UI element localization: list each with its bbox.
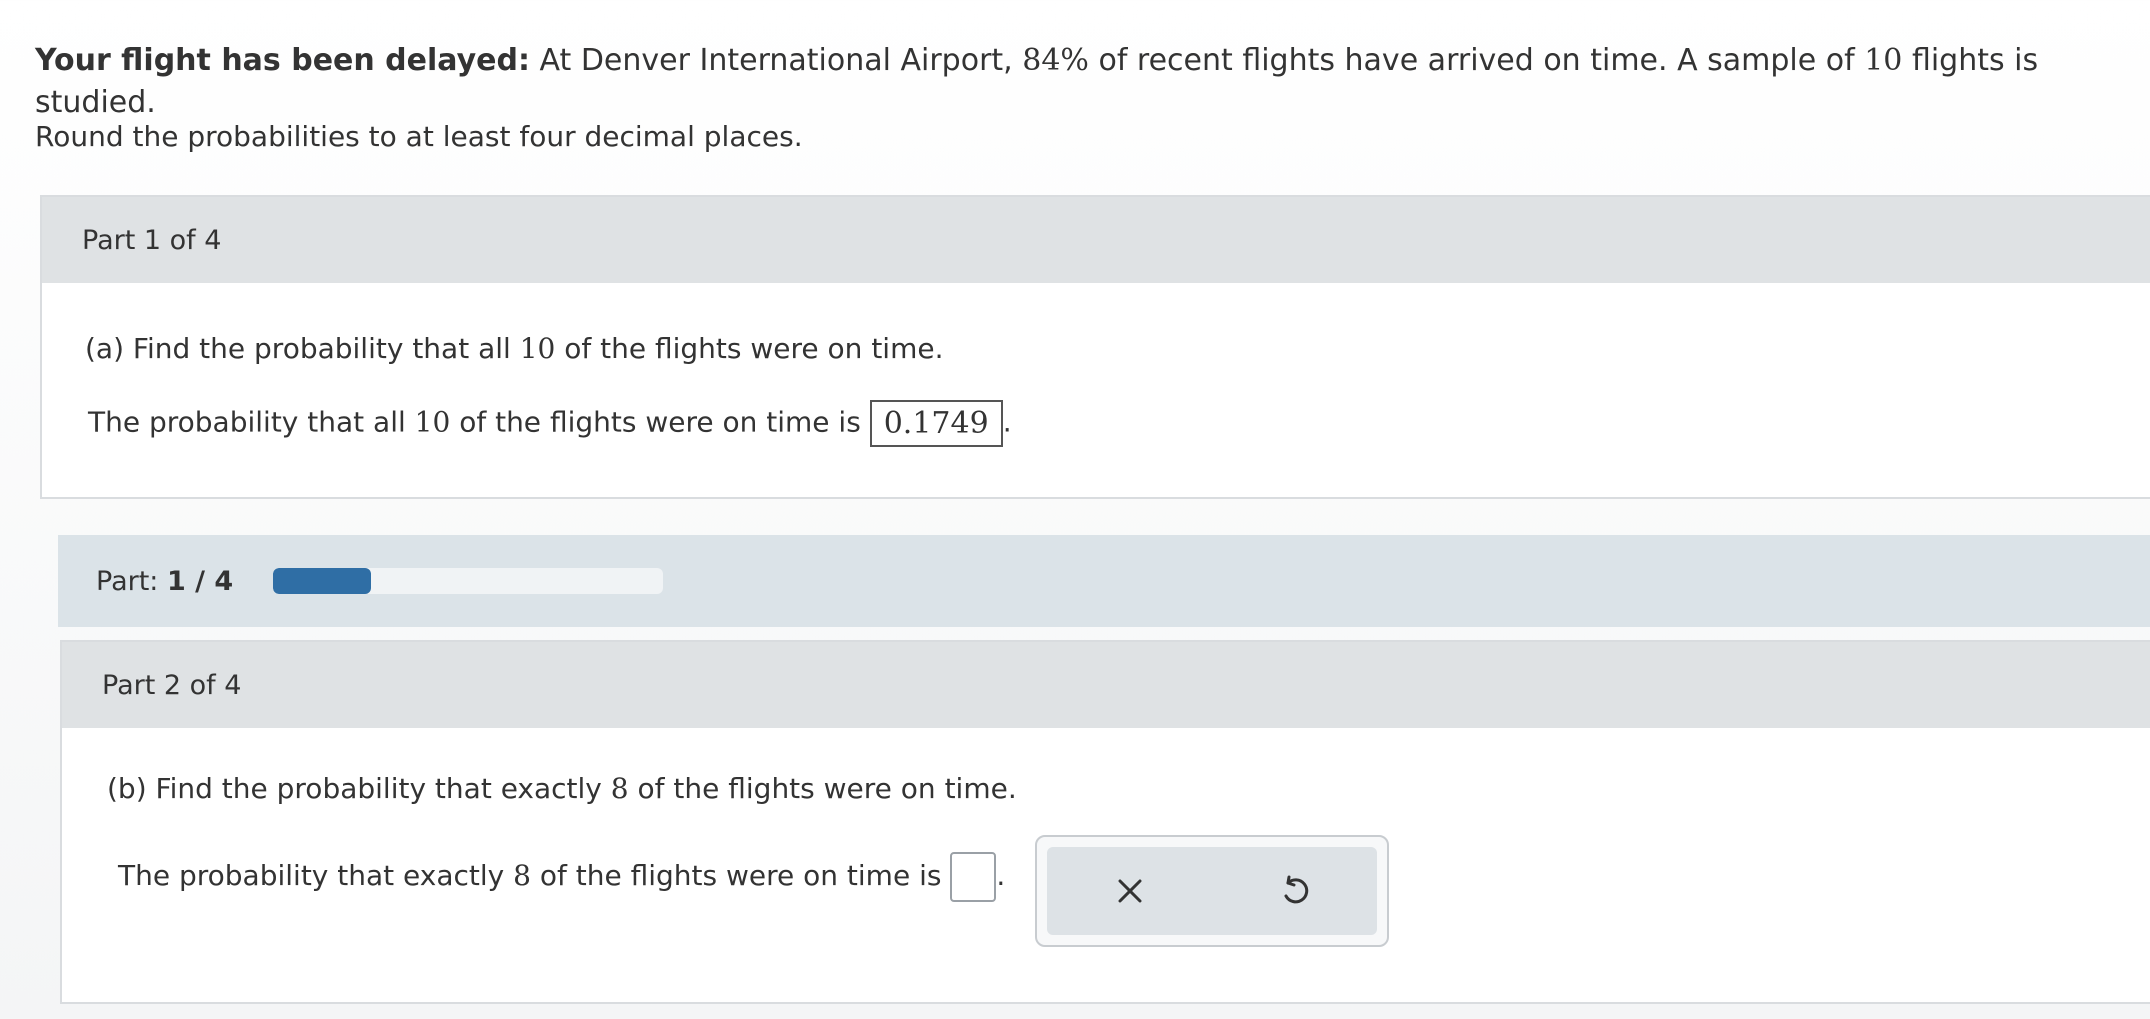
part-2-question: (b) Find the probability that exactly 8 … bbox=[107, 772, 1017, 805]
part-1-question-num: 10 bbox=[519, 332, 556, 365]
progress-label: Part: 1 / 4 bbox=[96, 566, 233, 597]
part-1-period: . bbox=[1002, 405, 1012, 439]
part-1-answer-value: 0.1749 bbox=[869, 400, 1003, 447]
x-icon bbox=[1118, 879, 1141, 903]
part-2-header: Part 2 of 4 bbox=[62, 642, 2150, 728]
part-2-period: . bbox=[996, 859, 1006, 892]
problem-percent: 84% bbox=[1022, 43, 1089, 78]
problem-statement: Your flight has been delayed: At Denver … bbox=[35, 40, 2095, 124]
part-2-answer-line: The probability that exactly 8 of the fl… bbox=[118, 852, 1005, 902]
part-1-header: Part 1 of 4 bbox=[42, 197, 2150, 283]
part-2-card: Part 2 of 4 bbox=[60, 640, 2150, 1004]
progress-label-text: Part: bbox=[96, 565, 167, 597]
problem-text-1: At Denver International Airport, bbox=[530, 43, 1023, 78]
undo-icon bbox=[1284, 875, 1308, 904]
instruction-text: Round the probabilities to at least four… bbox=[35, 120, 803, 153]
part-1-question-prefix: (a) Find the probability that all bbox=[85, 332, 520, 365]
progress-fill bbox=[273, 568, 371, 594]
part-1-answer-num: 10 bbox=[414, 405, 451, 439]
part-2-answer-prefix: The probability that exactly bbox=[118, 859, 514, 892]
clear-button[interactable] bbox=[1100, 861, 1160, 921]
part-1-question: (a) Find the probability that all 10 of … bbox=[85, 332, 943, 365]
part-1-answer-suffix: of the flights were on time is bbox=[450, 405, 870, 439]
part-1-answer-prefix: The probability that all bbox=[88, 405, 415, 439]
part-progress-bar: Part: 1 / 4 bbox=[58, 535, 2150, 627]
part-1-question-suffix: of the flights were on time. bbox=[555, 332, 944, 365]
progress-track bbox=[273, 568, 664, 594]
part-2-question-suffix: of the flights were on time. bbox=[628, 772, 1017, 805]
part-2-answer-input[interactable] bbox=[950, 852, 997, 902]
problem-title: Your flight has been delayed: bbox=[35, 43, 530, 78]
progress-count: 1 / 4 bbox=[166, 565, 234, 597]
answer-tools-panel bbox=[1035, 835, 1389, 947]
answer-tools-inner bbox=[1047, 847, 1377, 935]
problem-text-2: of recent flights have arrived on time. … bbox=[1088, 43, 1865, 78]
problem-sample-size: 10 bbox=[1864, 43, 1903, 78]
part-2-question-prefix: (b) Find the probability that exactly bbox=[107, 772, 611, 805]
part-1-answer-line: The probability that all 10 of the fligh… bbox=[88, 400, 1012, 447]
part-2-answer-num: 8 bbox=[513, 859, 531, 892]
undo-button[interactable] bbox=[1265, 861, 1325, 921]
part-2-question-num: 8 bbox=[610, 772, 629, 805]
part-2-answer-suffix: of the flights were on time is bbox=[530, 859, 951, 892]
